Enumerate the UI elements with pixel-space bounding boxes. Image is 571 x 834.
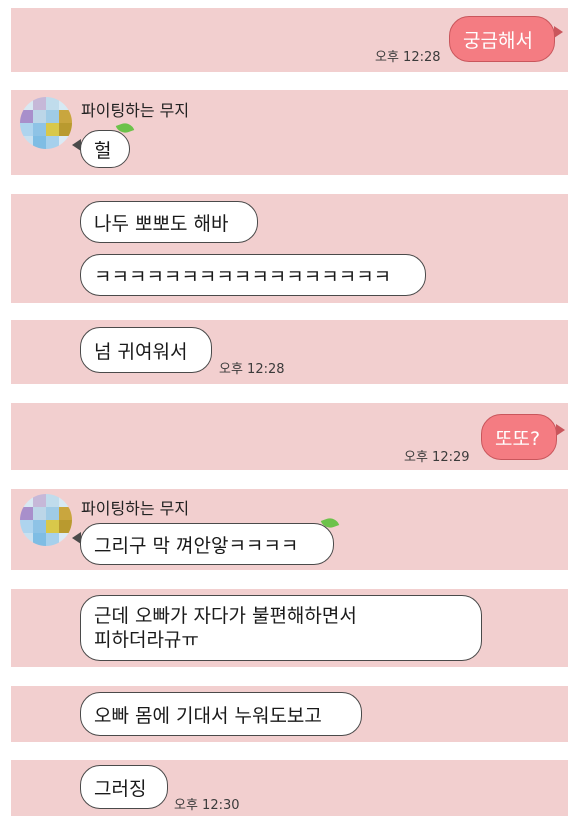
message-bubble-received[interactable]: 그러징 — [80, 765, 168, 809]
message-bubble-sent[interactable]: 궁금해서 — [449, 16, 555, 62]
message-bubble-received[interactable]: 넘 귀여워서 — [80, 327, 212, 373]
bubble-tail — [72, 532, 81, 544]
message-row: 파이팅하는 무지 헐 — [11, 90, 568, 175]
sender-avatar[interactable] — [20, 494, 72, 546]
message-bubble-received[interactable]: 헐 — [80, 130, 130, 168]
message-row: 오후 12:29 또또? — [11, 403, 568, 470]
message-time: 오후 12:28 — [219, 362, 285, 377]
message-time: 오후 12:29 — [404, 450, 470, 465]
message-bubble-received[interactable]: ㅋㅋㅋㅋㅋㅋㅋㅋㅋㅋㅋㅋㅋㅋㅋㅋㅋ — [80, 254, 426, 296]
message-bubble-received[interactable]: 오빠 몸에 기대서 누워도보고 — [80, 692, 362, 736]
message-row: 오빠 몸에 기대서 누워도보고 — [11, 686, 568, 742]
bubble-tail — [556, 424, 565, 436]
bubble-tail — [72, 139, 81, 151]
message-line: 피하더라규ㅠ — [94, 629, 199, 651]
sender-avatar[interactable] — [20, 97, 72, 149]
sender-name: 파이팅하는 무지 — [81, 101, 190, 120]
message-row: 근데 오빠가 자다가 불편해하면서 피하더라규ㅠ — [11, 589, 568, 667]
message-bubble-received[interactable]: 나두 뽀뽀도 해바 — [80, 201, 258, 243]
message-row: 나두 뽀뽀도 해바 ㅋㅋㅋㅋㅋㅋㅋㅋㅋㅋㅋㅋㅋㅋㅋㅋㅋ — [11, 194, 568, 303]
message-time: 오후 12:28 — [375, 50, 441, 65]
message-row: 넘 귀여워서 오후 12:28 — [11, 320, 568, 384]
message-line: 근데 오빠가 자다가 불편해하면서 — [94, 605, 357, 627]
message-row: 오후 12:28 궁금해서 — [11, 8, 568, 72]
message-time: 오후 12:30 — [174, 798, 240, 813]
message-bubble-sent[interactable]: 또또? — [481, 414, 557, 460]
message-bubble-received[interactable]: 그리구 막 껴안앟ㅋㅋㅋㅋ — [80, 523, 334, 565]
bubble-tail — [554, 26, 563, 38]
message-row: 파이팅하는 무지 그리구 막 껴안앟ㅋㅋㅋㅋ — [11, 489, 568, 570]
sender-name: 파이팅하는 무지 — [81, 499, 190, 518]
message-row: 그러징 오후 12:30 — [11, 760, 568, 816]
message-bubble-received[interactable]: 근데 오빠가 자다가 불편해하면서 피하더라규ㅠ — [80, 595, 482, 661]
